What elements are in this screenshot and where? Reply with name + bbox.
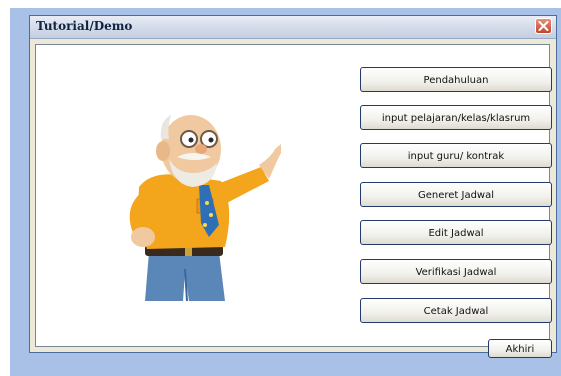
title-bar[interactable]: Tutorial/Demo [30,16,556,39]
close-icon [538,21,549,31]
mascot-illustration [129,115,281,302]
menu-button-verifikasi-jadwal[interactable]: Verifikasi Jadwal [360,259,552,284]
window-title: Tutorial/Demo [36,19,133,33]
menu-button-input-guru[interactable]: input guru/ kontrak [360,143,552,168]
menu-button-input-pelajaran[interactable]: input pelajaran/kelas/klasrum [360,105,552,130]
menu-button-generet-jadwal[interactable]: Generet Jadwal [360,182,552,207]
exit-button[interactable]: Akhiri [488,339,552,358]
menu-button-edit-jadwal[interactable]: Edit Jadwal [360,220,552,245]
menu-button-pendahuluan[interactable]: Pendahuluan [360,67,552,92]
tutorial-dialog: Tutorial/Demo Pendahuluan input pelajara… [29,15,557,358]
menu-button-cetak-jadwal[interactable]: Cetak Jadwal [360,298,552,323]
close-button[interactable] [535,18,552,34]
content-panel: Pendahuluan input pelajaran/kelas/klasru… [35,44,552,358]
